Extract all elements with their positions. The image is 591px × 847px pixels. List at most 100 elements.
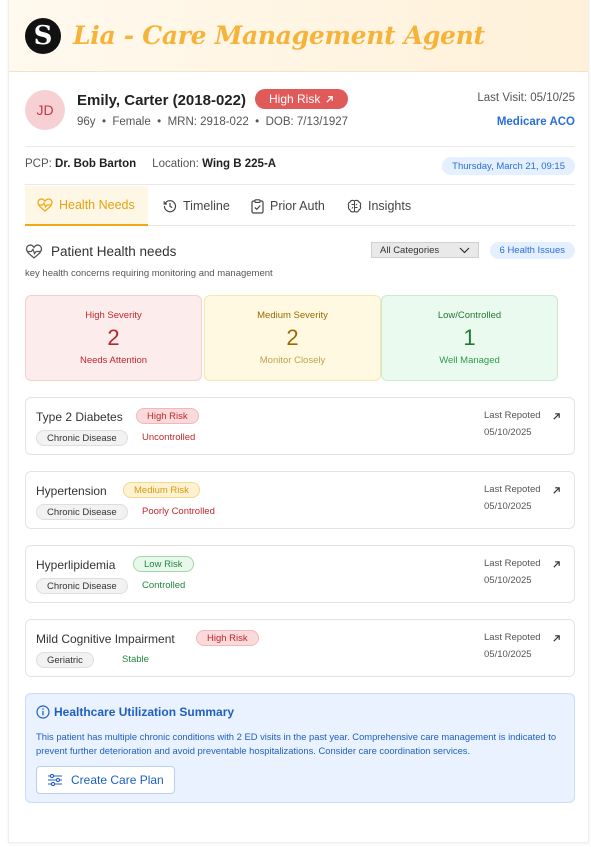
- open-condition-link[interactable]: [548, 630, 564, 646]
- patient-dob: DOB: 7/13/1927: [265, 116, 349, 128]
- open-condition-link[interactable]: [548, 556, 564, 572]
- info-icon: [36, 705, 50, 719]
- patient-details: 96y • Female • MRN: 2918-022 • DOB: 7/13…: [77, 116, 348, 128]
- pcp-label: PCP:: [25, 158, 52, 170]
- avatar: JD: [25, 90, 65, 130]
- severity-card-medium[interactable]: Medium Severity 2 Monitor Closely: [204, 295, 381, 381]
- severity-count: 1: [463, 325, 476, 350]
- divider: [25, 146, 575, 147]
- summary-title: Healthcare Utilization Summary: [54, 705, 235, 719]
- tab-label: Prior Auth: [270, 199, 325, 213]
- condition-type-tag: Chronic Disease: [36, 430, 128, 446]
- condition-type-tag: Chronic Disease: [36, 578, 128, 594]
- app-logo: S: [25, 17, 61, 54]
- clipboard-check-icon: [251, 198, 264, 214]
- last-reported-date: 05/10/2025: [484, 575, 532, 586]
- datetime-badge: Thursday, March 21, 09:15: [442, 157, 575, 175]
- button-label: Create Care Plan: [71, 773, 164, 787]
- location-value: Wing B 225-A: [202, 158, 277, 170]
- condition-card[interactable]: Mild Cognitive Impairment High Risk Geri…: [25, 619, 575, 677]
- tab-insights[interactable]: Insights: [335, 186, 423, 226]
- last-reported-label: Last Repoted: [484, 558, 541, 569]
- location-label: Location:: [152, 158, 199, 170]
- condition-name: Hyperlipidemia: [36, 558, 116, 572]
- category-filter-select[interactable]: All Categories: [371, 242, 479, 258]
- last-reported-label: Last Repoted: [484, 484, 541, 495]
- brain-icon: [347, 199, 362, 212]
- severity-note: Monitor Closely: [259, 355, 326, 366]
- summary-text: This patient has multiple chronic condit…: [36, 731, 557, 756]
- condition-name: Mild Cognitive Impairment: [36, 632, 175, 646]
- arrow-up-right-icon: [552, 560, 560, 568]
- last-reported-label: Last Repoted: [484, 632, 541, 643]
- issue-count-badge: 6 Health Issues: [489, 242, 575, 259]
- severity-label: Low/Controlled: [437, 310, 502, 321]
- heart-pulse-icon: [37, 198, 53, 212]
- condition-type-tag: Geriatric: [36, 652, 94, 668]
- utilization-summary: Healthcare Utilization Summary This pati…: [25, 693, 575, 803]
- condition-card[interactable]: Type 2 Diabetes High Risk Chronic Diseas…: [25, 397, 575, 455]
- tab-label: Insights: [368, 199, 412, 213]
- tab-prior-auth[interactable]: Prior Auth: [239, 186, 337, 226]
- dot-separator: •: [98, 116, 110, 128]
- open-condition-link[interactable]: [548, 408, 564, 424]
- severity-card-low[interactable]: Low/Controlled 1 Well Managed: [381, 295, 558, 381]
- app-title: Lia - Care Management Agent: [73, 21, 485, 50]
- logo-letter: S: [33, 20, 53, 51]
- last-reported-label: Last Repoted: [484, 410, 541, 421]
- insurance-link[interactable]: Medicare ACO: [497, 116, 575, 128]
- arrow-up-right-icon: [552, 634, 560, 642]
- health-needs-header: Patient Health needs All Categories 6 He…: [25, 242, 575, 262]
- patient-risk-badge[interactable]: High Risk: [255, 89, 349, 109]
- severity-card-high[interactable]: High Severity 2 Needs Attention: [25, 295, 202, 381]
- condition-type-tag: Chronic Disease: [36, 504, 128, 520]
- risk-badge: High Risk: [136, 408, 199, 424]
- last-reported-date: 05/10/2025: [484, 649, 532, 660]
- severity-label: Medium Severity: [257, 310, 328, 321]
- condition-card[interactable]: Hyperlipidemia Low Risk Chronic Disease …: [25, 545, 575, 603]
- tab-label: Health Needs: [59, 198, 135, 212]
- risk-badge: Low Risk: [133, 556, 194, 572]
- heart-pulse-icon: [25, 244, 43, 259]
- condition-card[interactable]: Hypertension Medium Risk Chronic Disease…: [25, 471, 575, 529]
- condition-status: Controlled: [142, 580, 186, 591]
- section-subtitle: key health concerns requiring monitoring…: [25, 268, 273, 279]
- create-care-plan-button[interactable]: Create Care Plan: [36, 766, 175, 794]
- severity-note: Needs Attention: [79, 355, 148, 366]
- condition-status: Uncontrolled: [142, 432, 196, 443]
- divider: [25, 184, 575, 185]
- patient-sex: Female: [112, 116, 151, 128]
- condition-name: Hypertension: [36, 484, 107, 498]
- patient-name: Emily, Carter (2018-022): [77, 92, 246, 109]
- dot-separator: •: [251, 116, 263, 128]
- open-condition-link[interactable]: [548, 482, 564, 498]
- pcp-name: Dr. Bob Barton: [55, 158, 137, 170]
- pcp-location-row: PCP: Dr. Bob Barton Location: Wing B 225…: [25, 157, 575, 176]
- dot-separator: •: [153, 116, 165, 128]
- risk-badge: High Risk: [196, 630, 259, 646]
- last-visit: Last Visit: 05/10/25: [477, 92, 575, 104]
- condition-status: Poorly Controlled: [142, 506, 215, 517]
- last-reported-date: 05/10/2025: [484, 501, 532, 512]
- app-header: S Lia - Care Management Agent: [9, 0, 588, 72]
- chevron-down-icon: [459, 247, 470, 253]
- tab-health-needs[interactable]: Health Needs: [25, 186, 148, 226]
- severity-note: Well Managed: [439, 355, 500, 366]
- severity-count: 2: [286, 325, 299, 350]
- tab-bar: Health Needs Timeline Prior Auth Insight…: [25, 186, 575, 226]
- condition-status: Stable: [122, 654, 149, 665]
- risk-badge: Medium Risk: [123, 482, 200, 498]
- condition-name: Type 2 Diabetes: [36, 410, 123, 424]
- section-title: Patient Health needs: [51, 244, 177, 259]
- patient-mrn: MRN: 2918-022: [167, 116, 249, 128]
- severity-label: High Severity: [85, 310, 142, 321]
- arrow-up-right-icon: [326, 95, 334, 103]
- arrow-up-right-icon: [552, 412, 560, 420]
- app-frame: S Lia - Care Management Agent JD Emily, …: [8, 0, 589, 843]
- tab-timeline[interactable]: Timeline: [151, 186, 242, 226]
- last-reported-date: 05/10/2025: [484, 427, 532, 438]
- patient-risk-label: High Risk: [269, 92, 321, 106]
- severity-count: 2: [107, 325, 120, 350]
- category-filter-value: All Categories: [380, 244, 440, 256]
- history-icon: [163, 200, 177, 213]
